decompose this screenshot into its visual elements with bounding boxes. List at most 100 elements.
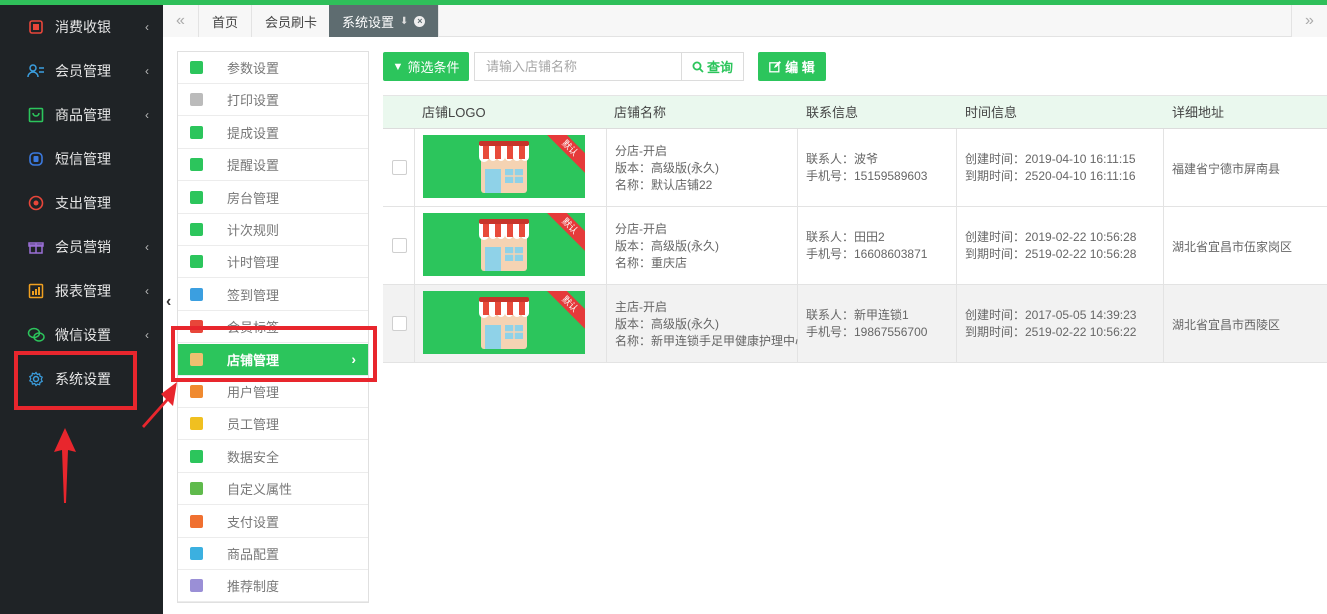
row-checkbox[interactable]: [392, 160, 407, 175]
sidebar-item-marketing[interactable]: 会员营销 ‹: [0, 225, 163, 269]
submenu-item[interactable]: 自定义属性: [178, 473, 368, 506]
submenu-item-icon: [190, 93, 203, 107]
store-logo: 默认: [423, 135, 585, 198]
sidebar-item-reports[interactable]: 报表管理 ‹: [0, 269, 163, 313]
edit-icon: [769, 60, 782, 72]
main-sidebar: 消费收银 ‹ 会员管理 ‹ 商品管理 ‹ 短信管理 支出管理 会员营销 ‹ 报表…: [0, 5, 163, 614]
contact-cell: 联系人：波爷 手机号：15159589603: [798, 129, 957, 207]
submenu-item-label: 提成设置: [227, 125, 280, 141]
query-button[interactable]: 查询: [681, 52, 744, 81]
sidebar-item-label: 会员营销: [55, 239, 111, 255]
sidebar-item-members[interactable]: 会员管理 ‹: [0, 49, 163, 93]
submenu-item-icon: [190, 579, 203, 593]
sidebar-item-cashier[interactable]: 消费收银 ‹: [0, 5, 163, 49]
chevron-left-icon: ‹: [145, 240, 149, 254]
submenu-item-label: 用户管理: [227, 385, 280, 400]
sidebar-item-expense[interactable]: 支出管理: [0, 181, 163, 225]
chevron-left-icon: ‹: [145, 284, 149, 298]
submenu-item[interactable]: 计时管理: [178, 246, 368, 279]
table-header: 店铺LOGO 店铺名称 联系信息 时间信息 详细地址: [383, 95, 1327, 129]
store-name-line: 名称：重庆店: [615, 256, 688, 270]
submenu-item-label: 打印设置: [227, 93, 280, 109]
submenu-item-label: 数据安全: [227, 449, 280, 465]
store-name-cell: 分店-开启 版本：高级版(永久) 名称：默认店铺22: [607, 129, 798, 207]
submenu-item-label: 计次规则: [227, 223, 280, 238]
row-checkbox[interactable]: [392, 316, 407, 331]
submenu-item-label: 员工管理: [227, 417, 280, 433]
submenu-item-icon: [190, 547, 203, 560]
edit-button[interactable]: 编 辑: [758, 52, 826, 81]
members-icon: [26, 61, 46, 81]
close-tab-icon[interactable]: ×: [414, 15, 426, 27]
filter-button[interactable]: ▼ 筛选条件: [383, 52, 469, 81]
time-line: 创建时间：2019-02-22 10:56:28: [965, 230, 1137, 244]
submenu-item[interactable]: 签到管理: [178, 279, 368, 311]
sms-icon: [26, 149, 46, 169]
table-row[interactable]: 默认 主店-开启 版本：高级版(永久) 名称：新甲连锁手足甲健康护理中心 联系人：新甲连…: [383, 285, 1327, 363]
submenu-item[interactable]: 参数设置: [178, 52, 368, 84]
store-name-line: 名称：新甲连锁手足甲健康护理中心: [615, 334, 798, 348]
submenu-item[interactable]: 房台管理: [178, 182, 368, 214]
submenu-item-label: 计时管理: [227, 255, 280, 271]
submenu-item-icon: [190, 190, 203, 204]
time-line: 到期时间：2519-02-22 10:56:22: [965, 325, 1137, 339]
store-name-cell: 主店-开启 版本：高级版(永久) 名称：新甲连锁手足甲健康护理中心: [607, 285, 798, 363]
sidebar-item-label: 报表管理: [55, 283, 111, 299]
store-name-line: 主店-开启: [615, 300, 667, 314]
submenu-item[interactable]: 打印设置: [178, 84, 368, 117]
checkbox-cell: [383, 207, 415, 285]
submenu-item-icon: [190, 514, 203, 528]
table-row[interactable]: 默认 分店-开启 版本：高级版(永久) 名称：重庆店 联系人：田田2 手机号：166086…: [383, 207, 1327, 285]
pin-icon[interactable]: ⬇: [400, 16, 408, 27]
time-line: 创建时间：2017-05-05 14:39:23: [965, 308, 1137, 322]
row-checkbox[interactable]: [392, 238, 407, 253]
contact-line: 手机号：16608603871: [806, 247, 928, 261]
wechat-icon: [26, 325, 46, 345]
annotation-arrow-diagonal-icon: [142, 382, 177, 428]
submenu-item[interactable]: 提醒设置: [178, 149, 368, 182]
storefront-icon: [479, 141, 529, 193]
tabs-scroll-left-icon[interactable]: «: [163, 5, 199, 37]
submenu-item[interactable]: 支付设置: [178, 506, 368, 538]
store-name-line: 分店-开启: [615, 144, 667, 158]
chevron-left-icon: ‹: [145, 108, 149, 122]
submenu-item[interactable]: 提成设置: [178, 117, 368, 149]
submenu-item-label: 自定义属性: [227, 482, 293, 498]
contact-line: 联系人：新甲连锁1: [806, 308, 909, 322]
filter-button-label: 筛选条件: [407, 60, 460, 75]
submenu-item-icon: [190, 449, 203, 463]
column-header-time: 时间信息: [965, 105, 1018, 120]
tab-label: 系统设置: [342, 14, 395, 30]
submenu-item-icon: [190, 482, 203, 496]
sidebar-item-goods[interactable]: 商品管理 ‹: [0, 93, 163, 137]
tabs-scroll-right-icon[interactable]: »: [1291, 5, 1327, 37]
tab-system-settings[interactable]: 系统设置 ⬇ ×: [329, 5, 440, 37]
chevron-left-icon: ‹: [145, 328, 149, 342]
column-header-contact: 联系信息: [806, 105, 859, 120]
default-ribbon: 默认: [543, 213, 585, 253]
submenu-item-icon: [190, 125, 203, 139]
contact-line: 手机号：19867556700: [806, 325, 928, 339]
sidebar-item-label: 微信设置: [55, 327, 111, 343]
storefront-icon: [479, 297, 529, 349]
sidebar-item-label: 消费收银: [55, 19, 111, 35]
submenu-item-icon: [190, 287, 203, 301]
table-row[interactable]: 默认 分店-开启 版本：高级版(永久) 名称：默认店铺22 联系人：波爷 手机号：1515…: [383, 129, 1327, 207]
store-name-cell: 分店-开启 版本：高级版(永久) 名称：重庆店: [607, 207, 798, 285]
tab-member-card[interactable]: 会员刷卡: [252, 5, 332, 37]
address-text: 湖北省宜昌市伍家岗区: [1172, 240, 1293, 254]
time-cell: 创建时间：2017-05-05 14:39:23 到期时间：2519-02-22 …: [957, 285, 1164, 363]
submenu-item[interactable]: 数据安全: [178, 441, 368, 473]
sidebar-item-sms[interactable]: 短信管理: [0, 137, 163, 181]
store-name-search-input[interactable]: [474, 52, 681, 81]
submenu-item[interactable]: 计次规则: [178, 214, 368, 246]
submenu-item[interactable]: 推荐制度: [178, 570, 368, 603]
time-line: 到期时间：2520-04-10 16:11:16: [965, 169, 1136, 183]
tab-home[interactable]: 首页: [199, 5, 253, 37]
time-line: 创建时间：2019-04-10 16:11:15: [965, 152, 1136, 166]
chevron-left-icon: ‹: [145, 64, 149, 78]
submenu-item[interactable]: 商品配置: [178, 538, 368, 570]
submenu-item[interactable]: 员工管理: [178, 408, 368, 441]
address-cell: 湖北省宜昌市伍家岗区: [1164, 207, 1327, 285]
sidebar-item-label: 会员管理: [55, 63, 111, 79]
